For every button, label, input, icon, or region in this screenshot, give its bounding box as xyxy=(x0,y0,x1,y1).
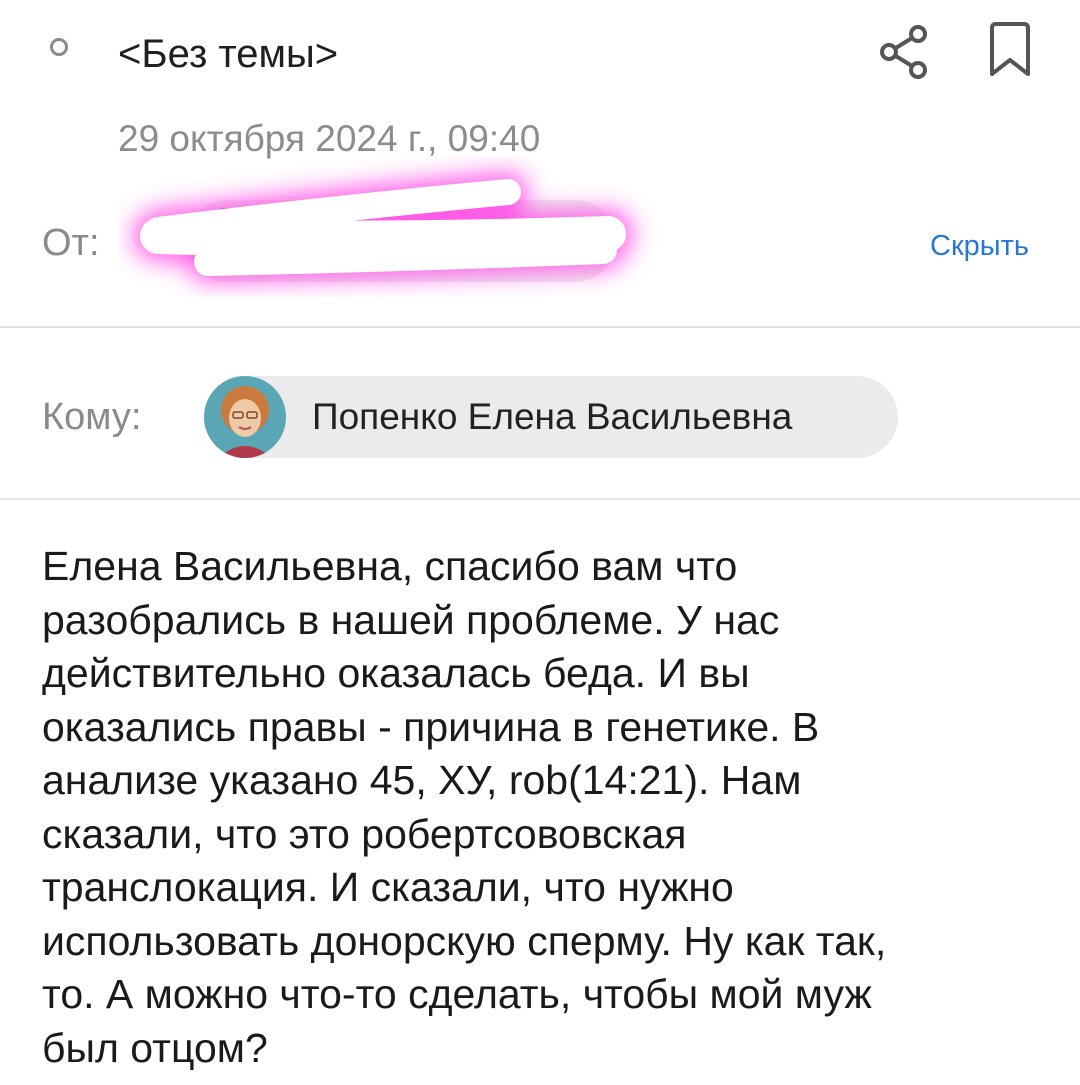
recipient-name: Попенко Елена Васильевна xyxy=(312,396,793,437)
body-line: был отцом? xyxy=(42,1024,268,1071)
bookmark-icon[interactable] xyxy=(982,20,1038,80)
recipient-avatar xyxy=(204,376,286,458)
body-line: действительно оказалась беда. И вы xyxy=(42,650,750,696)
body-line: оказались правы - причина в генетике. В xyxy=(42,703,820,750)
to-label: Кому: xyxy=(42,396,142,438)
from-label: От: xyxy=(42,222,100,264)
body-line: то. А можно что-то сделать, чтобы мой му… xyxy=(42,971,872,1017)
divider xyxy=(0,498,1080,500)
email-body: Елена Васильевна, спасибо вам что разобр… xyxy=(42,540,1052,1075)
body-line: сказали, что это робертсововская xyxy=(42,810,687,857)
redaction-mark xyxy=(118,150,678,320)
body-line: использовать донорскую сперму. Ну как та… xyxy=(42,917,887,964)
body-line: анализе указано 45, ХУ, rob(14:21). Нам xyxy=(42,757,802,803)
body-line: Елена Васильевна, спасибо вам что xyxy=(42,543,738,589)
email-subject: <Без темы> xyxy=(118,32,339,76)
recipient-chip[interactable]: Попенко Елена Васильевна xyxy=(204,376,898,458)
unread-status-icon xyxy=(50,38,68,56)
divider xyxy=(0,326,1080,328)
hide-details-link[interactable]: Скрыть xyxy=(930,226,1029,266)
share-icon[interactable] xyxy=(878,24,934,80)
body-line: разобрались в нашей проблеме. У нас xyxy=(42,596,780,643)
body-line: транслокация. И сказали, что нужно xyxy=(42,864,734,910)
